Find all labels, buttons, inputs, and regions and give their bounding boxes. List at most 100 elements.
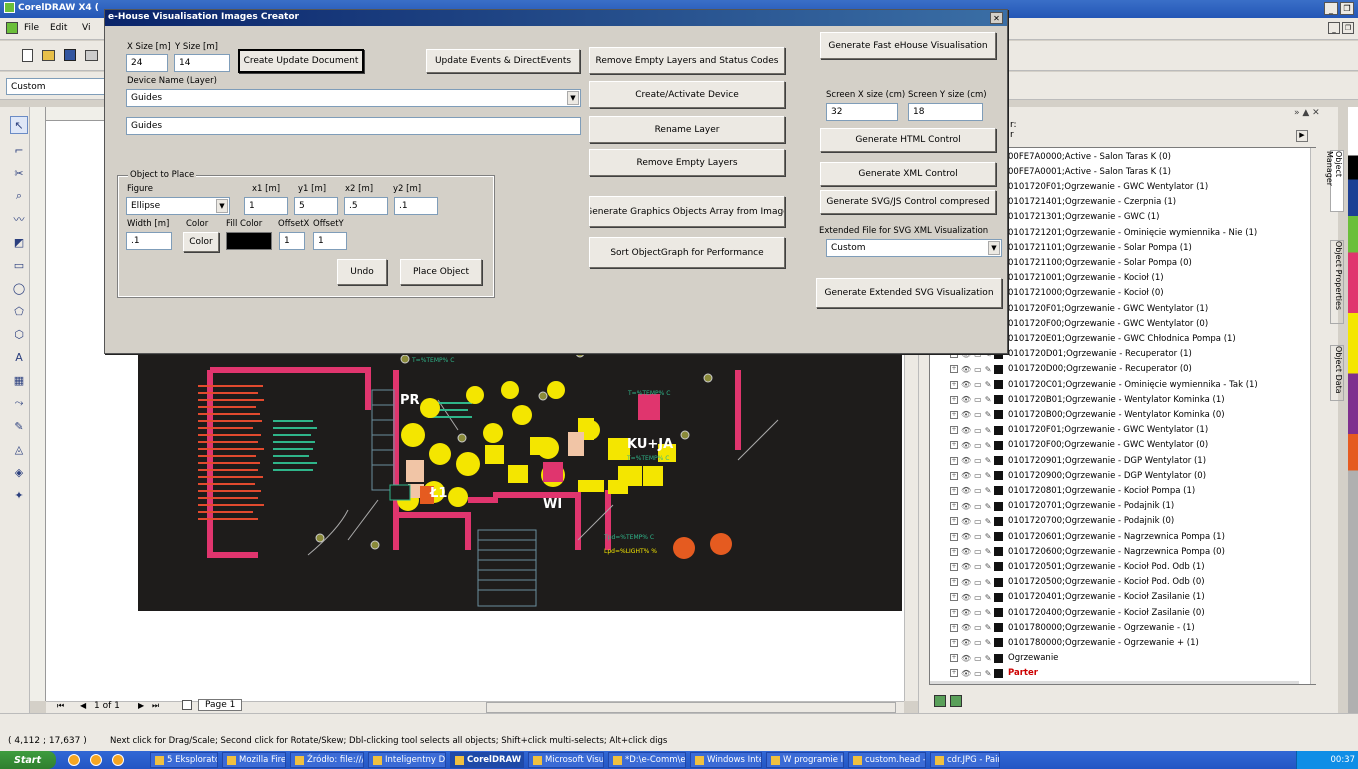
expand-icon[interactable]: + <box>950 502 958 511</box>
print-icon[interactable]: ▭ <box>974 486 982 495</box>
eye-icon[interactable]: 👁 <box>961 486 971 495</box>
print-icon[interactable]: ▭ <box>974 669 982 678</box>
outline-tool-icon[interactable]: ◬ <box>10 440 28 458</box>
y2-input[interactable]: .1 <box>394 197 438 215</box>
figure-select[interactable]: Ellipse ▼ <box>126 197 230 215</box>
print-icon[interactable]: ▭ <box>974 532 982 541</box>
smart-fill-icon[interactable]: ◩ <box>10 233 28 251</box>
taskbar-button[interactable]: custom.head - ... <box>848 752 926 768</box>
expand-icon[interactable]: + <box>950 669 958 678</box>
place-object-button[interactable]: Place Object <box>400 259 482 285</box>
pencil-icon[interactable]: ✎ <box>985 623 992 632</box>
object-list-item[interactable]: + 👁 ▭ ✎ 0101720701;Ogrzewanie - Podajnik (1) <box>930 499 1299 514</box>
object-list-item[interactable]: + 👁 ▭ ✎ 0101720401;Ogrzewanie - Kocioł Zasil… <box>930 590 1299 605</box>
expand-icon[interactable]: + <box>950 441 958 450</box>
eye-icon[interactable]: 👁 <box>961 456 971 465</box>
object-list-item[interactable]: + 👁 ▭ ✎ 0101720B01;Ogrzewanie - Wentylator K… <box>930 392 1299 407</box>
layer-visibility-icons[interactable]: +👁▭✎ <box>930 562 1008 572</box>
expand-icon[interactable]: + <box>950 562 958 571</box>
ellipse-tool-icon[interactable]: ◯ <box>10 279 28 297</box>
pencil-icon[interactable]: ✎ <box>985 456 992 465</box>
new-icon[interactable] <box>22 49 33 62</box>
print-icon[interactable]: ▭ <box>974 395 982 404</box>
print-icon[interactable]: ▭ <box>974 593 982 602</box>
eye-icon[interactable]: 👁 <box>961 380 971 389</box>
create-activate-device-button[interactable]: Create/Activate Device <box>589 81 785 108</box>
expand-icon[interactable]: + <box>950 380 958 389</box>
pencil-icon[interactable]: ✎ <box>985 608 992 617</box>
expand-icon[interactable]: + <box>950 486 958 495</box>
layer-visibility-icons[interactable]: +👁▭✎ <box>930 364 1008 374</box>
basic-shapes-icon[interactable]: ⬡ <box>10 325 28 343</box>
update-events-button[interactable]: Update Events & DirectEvents <box>426 49 580 73</box>
layer-visibility-icons[interactable]: +👁▭✎ <box>930 486 1008 496</box>
pencil-icon[interactable]: ✎ <box>985 441 992 450</box>
taskbar-button[interactable]: *D:\e-Comm\e-... <box>608 752 686 768</box>
layer-visibility-icons[interactable]: +👁▭✎ <box>930 410 1008 420</box>
expand-icon[interactable]: + <box>950 547 958 556</box>
layer-visibility-icons[interactable]: +👁▭✎ <box>930 668 1008 678</box>
eye-icon[interactable]: 👁 <box>961 532 971 541</box>
undo-button[interactable]: Undo <box>337 259 387 285</box>
eye-icon[interactable]: 👁 <box>961 395 971 404</box>
new-layer-icon[interactable] <box>934 695 946 707</box>
eye-icon[interactable]: 👁 <box>961 517 971 526</box>
pencil-icon[interactable]: ✎ <box>985 517 992 526</box>
fill-color-swatch[interactable] <box>226 232 272 250</box>
fill-tool-icon[interactable]: ◈ <box>10 463 28 481</box>
doc-minimize-icon[interactable]: _ <box>1328 22 1340 34</box>
next-page-icon[interactable]: ▶ <box>138 701 144 710</box>
pencil-icon[interactable]: ✎ <box>985 395 992 404</box>
eye-icon[interactable]: 👁 <box>961 654 971 663</box>
eye-icon[interactable]: 👁 <box>961 426 971 435</box>
zoom-tool-icon[interactable]: ⌕ <box>10 187 28 205</box>
pencil-icon[interactable]: ✎ <box>985 502 992 511</box>
polygon-tool-icon[interactable]: ⬠ <box>10 302 28 320</box>
remove-empty-layers-button[interactable]: Remove Empty Layers <box>589 149 785 176</box>
canvas-scrollbar-h[interactable] <box>486 702 896 713</box>
print-icon[interactable]: ▭ <box>974 441 982 450</box>
eye-icon[interactable]: 👁 <box>961 578 971 587</box>
expand-icon[interactable]: + <box>950 410 958 419</box>
taskbar-button[interactable]: cdr.JPG - Paint <box>930 752 1000 768</box>
add-page-icon[interactable] <box>182 700 192 710</box>
eye-icon[interactable]: 👁 <box>961 669 971 678</box>
pencil-icon[interactable]: ✎ <box>985 593 992 602</box>
pencil-icon[interactable]: ✎ <box>985 486 992 495</box>
layer-visibility-icons[interactable]: +👁▭✎ <box>930 532 1008 542</box>
layer-visibility-icons[interactable]: +👁▭✎ <box>930 456 1008 466</box>
pencil-icon[interactable]: ✎ <box>985 471 992 480</box>
print-icon[interactable]: ▭ <box>974 638 982 647</box>
expand-icon[interactable]: + <box>950 395 958 404</box>
layer-visibility-icons[interactable]: +👁▭✎ <box>930 380 1008 390</box>
pencil-icon[interactable]: ✎ <box>985 578 992 587</box>
taskbar-button[interactable]: Źródło: file:///D... <box>290 752 364 768</box>
print-icon[interactable]: ▭ <box>974 426 982 435</box>
eye-icon[interactable]: 👁 <box>961 562 971 571</box>
object-list-item[interactable]: + 👁 ▭ ✎ 0101720700;Ogrzewanie - Podajnik (0) <box>930 514 1299 529</box>
layer-visibility-icons[interactable]: +👁▭✎ <box>930 501 1008 511</box>
print-icon[interactable]: ▭ <box>974 380 982 389</box>
expand-icon[interactable]: + <box>950 532 958 541</box>
color-button[interactable]: Color <box>183 232 219 252</box>
tab-object-data[interactable]: Object Data <box>1330 345 1344 401</box>
print-icon[interactable]: ▭ <box>974 547 982 556</box>
eye-icon[interactable]: 👁 <box>961 471 971 480</box>
generate-graphics-array-button[interactable]: Generate Graphics Objects Array from Ima… <box>589 196 785 227</box>
taskbar-button[interactable]: W programie In... <box>766 752 844 768</box>
eye-icon[interactable]: 👁 <box>961 638 971 647</box>
crop-tool-icon[interactable]: ✂ <box>10 164 28 182</box>
print-icon[interactable]: ▭ <box>974 654 982 663</box>
print-icon[interactable]: ▭ <box>974 578 982 587</box>
pencil-icon[interactable]: ✎ <box>985 654 992 663</box>
y1-input[interactable]: 5 <box>294 197 338 215</box>
tab-object-manager[interactable]: Object Manager <box>1325 150 1344 212</box>
print-icon[interactable]: ▭ <box>974 471 982 480</box>
taskbar-button[interactable]: Inteligentny Do... <box>368 752 446 768</box>
quick-launch-icon[interactable] <box>68 754 80 766</box>
screen-y-input[interactable]: 18 <box>908 103 983 121</box>
generate-fast-visualisation-button[interactable]: Generate Fast eHouse Visualisation <box>820 32 996 59</box>
eye-icon[interactable]: 👁 <box>961 410 971 419</box>
expand-icon[interactable]: + <box>950 608 958 617</box>
object-list-item[interactable]: + 👁 ▭ ✎ 0101720C01;Ogrzewanie - Ominięcie wy… <box>930 377 1299 392</box>
